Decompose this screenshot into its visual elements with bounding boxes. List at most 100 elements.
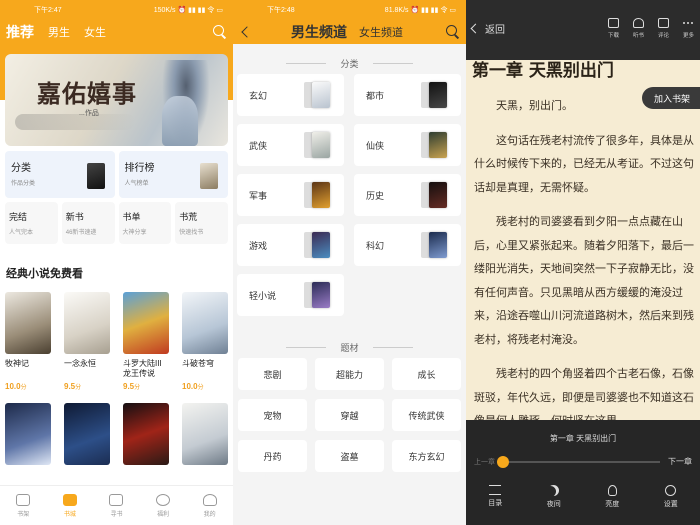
status-bar: 下午2:47 150K/s ⏰ ▮▮ ▮▮ 令 ▭: [0, 0, 233, 20]
tag-item[interactable]: 盗墓: [315, 440, 384, 472]
category-item[interactable]: 历史: [354, 174, 461, 216]
book-item[interactable]: 一念永恒 9.5分: [64, 292, 110, 391]
category-section-title: 分类: [233, 44, 466, 74]
category-item[interactable]: 玄幻: [237, 74, 344, 116]
comment-button[interactable]: 评论: [657, 17, 669, 39]
tag-item[interactable]: 超能力: [315, 358, 384, 390]
card-subtitle: 大神分享: [122, 230, 147, 236]
p1-header: 下午2:47 150K/s ⏰ ▮▮ ▮▮ 令 ▭ 推荐 男生 女生: [0, 0, 233, 44]
category-label: 武侠: [249, 140, 268, 151]
brightness-button[interactable]: 亮度: [583, 485, 642, 509]
settings-button[interactable]: 设置: [642, 485, 700, 509]
tag-item[interactable]: 成长: [392, 358, 461, 390]
reader-nav: 目录 夜间 亮度 设置: [466, 485, 700, 509]
nav-label: 我的: [203, 511, 216, 518]
tool-label: 听书: [632, 32, 644, 39]
nav-bookshelf[interactable]: 书架: [0, 486, 47, 525]
nav-bookstore[interactable]: 书城: [47, 486, 94, 525]
category-label: 历史: [366, 190, 385, 201]
category-grid: 玄幻 都市 武侠 仙侠 军事 历史 游戏 科幻 轻小说: [233, 74, 466, 316]
tag-item[interactable]: 穿越: [315, 399, 384, 431]
category-card[interactable]: 分类 作品分类: [5, 151, 115, 198]
category-item[interactable]: 仙侠: [354, 124, 461, 166]
tag-item[interactable]: 传统武侠: [392, 399, 461, 431]
book-cover: [5, 403, 51, 465]
progress-slider[interactable]: [497, 455, 660, 468]
card-title: 新书: [65, 212, 84, 222]
finished-card[interactable]: 完结 人气完本: [5, 202, 58, 244]
next-chapter-button[interactable]: 下一章: [668, 456, 692, 467]
category-thumbs: [421, 230, 451, 260]
category-item[interactable]: 科幻: [354, 224, 461, 266]
back-icon[interactable]: [241, 26, 253, 38]
back-button[interactable]: 返回: [470, 21, 505, 36]
booklist-card[interactable]: 书单 大神分享: [118, 202, 172, 244]
p2-header: 下午2:48 81.8K/s ⏰ ▮▮ ▮▮ 令 ▭ 男生频道 女生频道: [233, 0, 466, 44]
nav-label: 寻书: [110, 511, 123, 518]
book-item[interactable]: [5, 403, 51, 465]
ranking-card[interactable]: 排行榜 人气榜单: [118, 151, 228, 198]
book-score: 9.5分: [123, 382, 141, 391]
book-item[interactable]: 斗破苍穹 10.0分: [182, 292, 228, 391]
prev-chapter-button[interactable]: 上一章: [474, 457, 495, 467]
category-item[interactable]: 武侠: [237, 124, 344, 166]
promo-banner[interactable]: 嘉佑嬉事 ...作品: [5, 54, 228, 146]
download-button[interactable]: 下载: [607, 17, 619, 39]
bookshelf-icon: [16, 493, 31, 506]
more-button[interactable]: 更多: [683, 18, 694, 39]
tab-male[interactable]: 男生: [48, 24, 70, 40]
tab-female[interactable]: 女生: [84, 24, 106, 40]
tab-male-channel[interactable]: 男生频道: [291, 22, 347, 42]
tags-section-title: 题材: [233, 328, 466, 358]
bookstore-icon: [62, 493, 77, 506]
book-item[interactable]: 斗罗大陆III龙王传说 9.5分: [123, 292, 169, 391]
status-time: 下午2:48: [267, 7, 295, 14]
book-item[interactable]: [123, 403, 169, 465]
status-time: 下午2:47: [34, 7, 62, 14]
book-item[interactable]: [182, 403, 228, 465]
category-item[interactable]: 都市: [354, 74, 461, 116]
category-thumbs: [304, 280, 334, 310]
nav-welfare[interactable]: 福利: [140, 486, 187, 525]
book-cover: [64, 403, 110, 465]
list-icon: [489, 485, 502, 495]
bottom-nav: 书架 书城 寻书 福利 我的: [0, 485, 233, 525]
paragraph: 天黑，别出门。: [496, 99, 573, 112]
toc-button[interactable]: 目录: [466, 485, 525, 509]
tag-item[interactable]: 东方玄幻: [392, 440, 461, 472]
ink-brush-decoration: [15, 114, 135, 130]
tool-label: 评论: [657, 32, 669, 39]
category-item[interactable]: 游戏: [237, 224, 344, 266]
category-label: 都市: [366, 90, 385, 101]
nav-label: 书架: [17, 511, 30, 518]
category-item[interactable]: 轻小说: [237, 274, 344, 316]
chapter-progress: 上一章 下一章: [466, 455, 700, 468]
progress-knob[interactable]: [497, 455, 509, 468]
nav-label: 福利: [157, 511, 170, 518]
banner-title: 嘉佑嬉事: [37, 79, 137, 108]
new-books-card[interactable]: 新书 46新书速递: [61, 202, 115, 244]
tag-item[interactable]: 悲剧: [238, 358, 307, 390]
book-item[interactable]: 牧神记 10.0分: [5, 292, 51, 391]
book-cover: [182, 403, 228, 465]
category-item[interactable]: 军事: [237, 174, 344, 216]
book-item[interactable]: [64, 403, 110, 465]
tag-item[interactable]: 宠物: [238, 399, 307, 431]
tag-item[interactable]: 丹药: [238, 440, 307, 472]
book-cover: [182, 292, 228, 354]
tab-recommend[interactable]: 推荐: [6, 22, 34, 42]
card-subtitle: 快速找书: [179, 230, 204, 236]
card-book-thumb: [200, 163, 218, 189]
category-thumbs: [421, 80, 451, 110]
add-to-shelf-button[interactable]: 加入书架: [641, 87, 700, 109]
find-books-card[interactable]: 书荒 快速找书: [175, 202, 228, 244]
nav-find-books[interactable]: 寻书: [93, 486, 140, 525]
listen-button[interactable]: 听书: [632, 17, 644, 39]
search-icon[interactable]: [446, 25, 460, 39]
nav-profile[interactable]: 我的: [186, 486, 233, 525]
category-label: 科幻: [366, 240, 385, 251]
tab-female-channel[interactable]: 女生频道: [359, 24, 403, 40]
search-icon[interactable]: [213, 25, 227, 39]
night-mode-button[interactable]: 夜间: [525, 485, 584, 509]
channel-body: 分类 玄幻 都市 武侠 仙侠 军事 历史 游戏 科幻 轻小说 题材 悲剧 超能力…: [233, 44, 466, 525]
